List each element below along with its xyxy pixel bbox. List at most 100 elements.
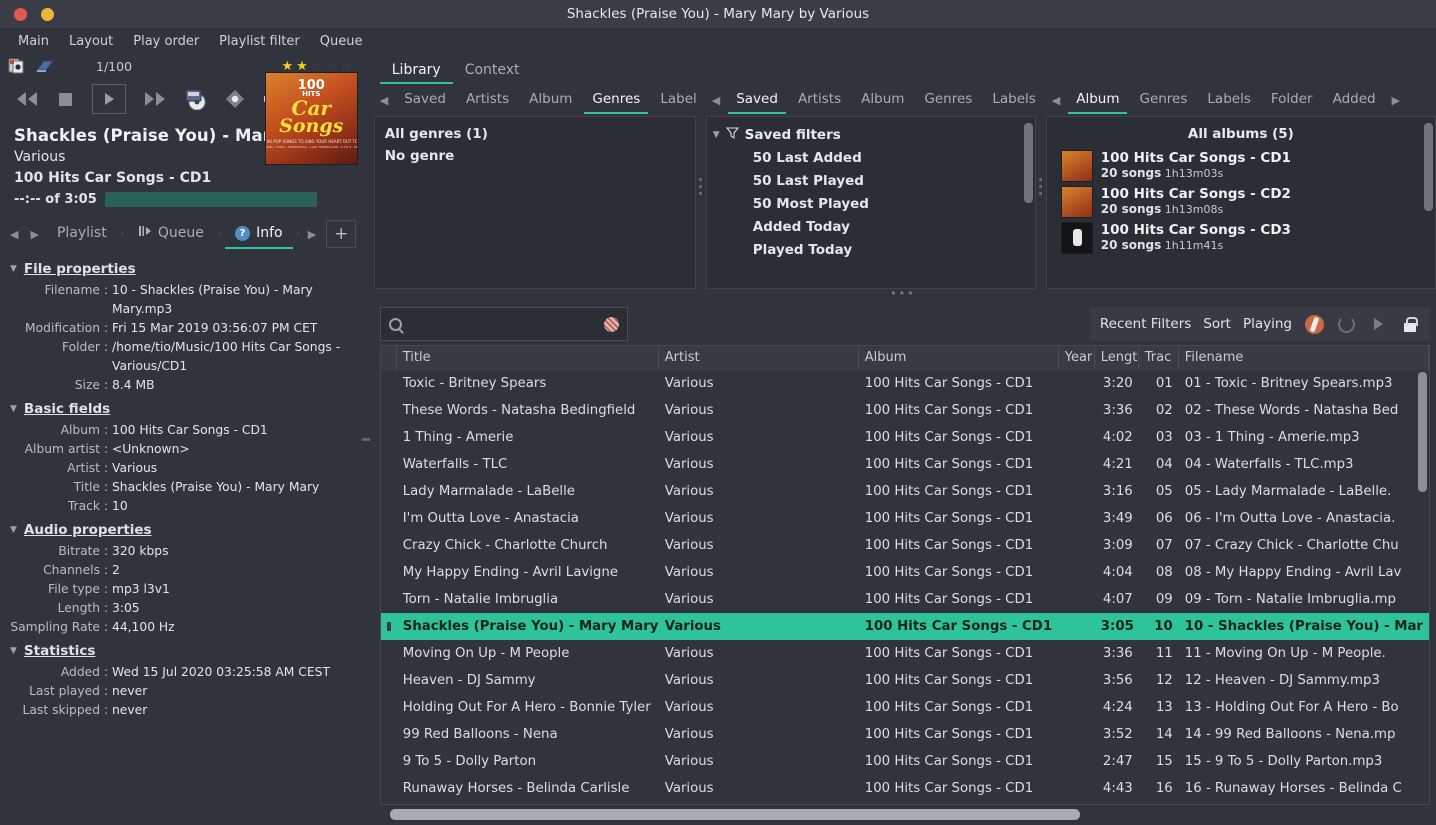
browser-splitter-1[interactable] (696, 84, 706, 289)
browser1-tab-album[interactable]: Album (519, 86, 582, 114)
play-icon[interactable] (1368, 314, 1388, 334)
filter-added-today[interactable]: Added Today (707, 215, 1035, 238)
album-art[interactable]: 100 HITS Car Songs 100 POP SONGS TO SING… (264, 72, 358, 165)
stop-icon[interactable] (56, 90, 76, 108)
playing-button[interactable]: Playing (1243, 316, 1292, 332)
lock-icon[interactable] (1400, 314, 1420, 334)
column-header-year[interactable]: Year (1059, 346, 1095, 370)
cards-icon[interactable] (8, 58, 26, 74)
track-list-scrollbar[interactable] (1418, 372, 1427, 492)
seek-row[interactable]: --:-- of 3:05 (14, 192, 356, 207)
table-row[interactable]: Moving On Up - M People Various 100 Hits C… (381, 640, 1429, 667)
album-list[interactable]: All albums (5) 100 Hits Car Songs - CD1 … (1045, 116, 1436, 289)
tab-queue[interactable]: Queue (126, 219, 216, 249)
menu-item-main[interactable]: Main (8, 32, 59, 51)
table-row[interactable]: Heaven - DJ Sammy Various 100 Hits Car Son… (381, 667, 1429, 694)
seek-bar[interactable] (104, 192, 317, 207)
horizontal-scrollbar-track[interactable] (389, 809, 1422, 820)
media-library-icon[interactable] (184, 88, 208, 110)
browser2-tab-artists[interactable]: Artists (788, 86, 851, 114)
browser3-tab-added[interactable]: Added (1323, 86, 1386, 114)
clear-search-icon[interactable] (603, 316, 619, 332)
column-header-artist[interactable]: Artist (659, 346, 859, 370)
tab-playlist[interactable]: Playlist (45, 219, 119, 249)
autoplaylist-icon[interactable] (1304, 314, 1324, 334)
property-section-header[interactable]: ▼ Statistics (0, 637, 370, 663)
property-section-header[interactable]: ▼ Audio properties (0, 516, 370, 542)
column-header-album[interactable]: Album (859, 346, 1059, 370)
tabs-play-icon[interactable]: ▶ (24, 228, 44, 241)
table-row[interactable]: I'm Outta Love - Anastacia Various 100 Hit… (381, 505, 1429, 532)
next-icon[interactable] (142, 90, 168, 108)
browser1-tab-artists[interactable]: Artists (456, 86, 519, 114)
browser2-scroll-left-icon[interactable]: ◀ (706, 94, 726, 107)
filter-50-last-added[interactable]: 50 Last Added (707, 146, 1035, 169)
table-row[interactable]: Toxic - Britney Spears Various 100 Hits Ca… (381, 370, 1429, 397)
browser1-tab-saved[interactable]: Saved (394, 86, 456, 114)
browser3-scroll-right-icon[interactable]: ▶ (1386, 94, 1406, 107)
tab-info[interactable]: ? Info (223, 219, 295, 249)
search-input[interactable] (407, 316, 598, 332)
table-row[interactable]: 9 To 5 - Dolly Parton Various 100 Hits Car… (381, 748, 1429, 775)
browser2-tab-album[interactable]: Album (851, 86, 914, 114)
saved-filters-group[interactable]: ▼ Saved filters (707, 123, 1035, 146)
table-row[interactable]: Lady Marmalade - LaBelle Various 100 Hits … (381, 478, 1429, 505)
tabs-scroll-right-icon[interactable]: ▶ (302, 228, 322, 241)
play-icon[interactable] (92, 84, 126, 114)
table-row[interactable]: Torn - Natalie Imbruglia Various 100 Hits … (381, 586, 1429, 613)
saved-filters-list[interactable]: ▼ Saved filters 50 Last Added 50 Last Pl… (705, 116, 1036, 289)
horizontal-splitter[interactable]: ••• (370, 288, 1436, 303)
property-section-header[interactable]: ▼ Basic fields (0, 395, 370, 421)
album-item[interactable]: 100 Hits Car Songs - CD2 20 songs 1h13m0… (1047, 184, 1435, 220)
browser2-tab-genres[interactable]: Genres (914, 86, 982, 114)
tab-context[interactable]: Context (453, 58, 532, 84)
browser3-tab-labels[interactable]: Labels (1197, 86, 1260, 114)
album-item[interactable]: 100 Hits Car Songs - CD1 20 songs 1h13m0… (1047, 148, 1435, 184)
add-tab-button[interactable]: + (326, 220, 357, 248)
browser-splitter-2[interactable] (1036, 84, 1046, 289)
table-row[interactable]: 1 Thing - Amerie Various 100 Hits Car Song… (381, 424, 1429, 451)
column-header-length[interactable]: Lengt (1095, 346, 1139, 370)
genre-no-genre[interactable]: No genre (375, 145, 695, 167)
column-header-filename[interactable]: Filename (1179, 346, 1429, 370)
tabs-scroll-left-icon[interactable]: ◀ (4, 228, 24, 241)
table-row[interactable]: Shackles (Praise You) - Mary Mary Various… (380, 613, 1429, 640)
chevron-down-icon[interactable]: ▼ (10, 404, 17, 414)
horizontal-scrollbar-thumb[interactable] (389, 809, 1080, 820)
previous-icon[interactable] (14, 90, 40, 108)
album-item[interactable]: 100 Hits Car Songs - CD3 20 songs 1h11m4… (1047, 220, 1435, 256)
refresh-icon[interactable] (1336, 314, 1356, 334)
chevron-down-icon[interactable]: ▼ (10, 264, 17, 274)
column-header-track[interactable]: Trac (1139, 346, 1179, 370)
search-box[interactable] (379, 307, 628, 341)
browser3-tab-album[interactable]: Album (1066, 86, 1129, 114)
filter-50-last-played[interactable]: 50 Last Played (707, 169, 1035, 192)
book-icon[interactable] (35, 58, 55, 74)
genres-list[interactable]: All genres (1) No genre (373, 116, 696, 289)
browser1-scroll-left-icon[interactable]: ◀ (374, 94, 394, 107)
property-section-header[interactable]: ▼ File properties (0, 255, 370, 281)
table-row[interactable]: 99 Red Balloons - Nena Various 100 Hits Ca… (381, 721, 1429, 748)
sort-button[interactable]: Sort (1203, 316, 1231, 332)
menu-item-queue[interactable]: Queue (310, 32, 373, 51)
saved-filters-scrollbar[interactable] (1023, 123, 1033, 203)
shuffle-icon[interactable] (224, 88, 246, 110)
browser2-tab-labels[interactable]: Labels (982, 86, 1035, 114)
menu-item-playlist-filter[interactable]: Playlist filter (209, 32, 310, 51)
browser3-tab-genres[interactable]: Genres (1129, 86, 1197, 114)
filter-played-today[interactable]: Played Today (707, 238, 1035, 261)
table-row[interactable]: These Words - Natasha Bedingfield Various… (381, 397, 1429, 424)
album-list-scrollbar[interactable] (1424, 123, 1433, 211)
browser3-tab-folder[interactable]: Folder (1261, 86, 1323, 114)
browser1-tab-labels[interactable]: Labels (650, 86, 695, 114)
table-row[interactable]: Waterfalls - TLC Various 100 Hits Car Song… (381, 451, 1429, 478)
table-row[interactable]: My Happy Ending - Avril Lavigne Various 10… (381, 559, 1429, 586)
browser3-scroll-left-icon[interactable]: ◀ (1046, 94, 1066, 107)
chevron-down-icon[interactable]: ▼ (10, 646, 17, 656)
browser2-tab-saved[interactable]: Saved (726, 86, 788, 114)
menu-item-layout[interactable]: Layout (59, 32, 123, 51)
column-header-title[interactable]: Title (397, 346, 659, 370)
table-row[interactable]: Crazy Chick - Charlotte Church Various 100… (381, 532, 1429, 559)
filter-50-most-played[interactable]: 50 Most Played (707, 192, 1035, 215)
close-button[interactable] (14, 7, 27, 21)
